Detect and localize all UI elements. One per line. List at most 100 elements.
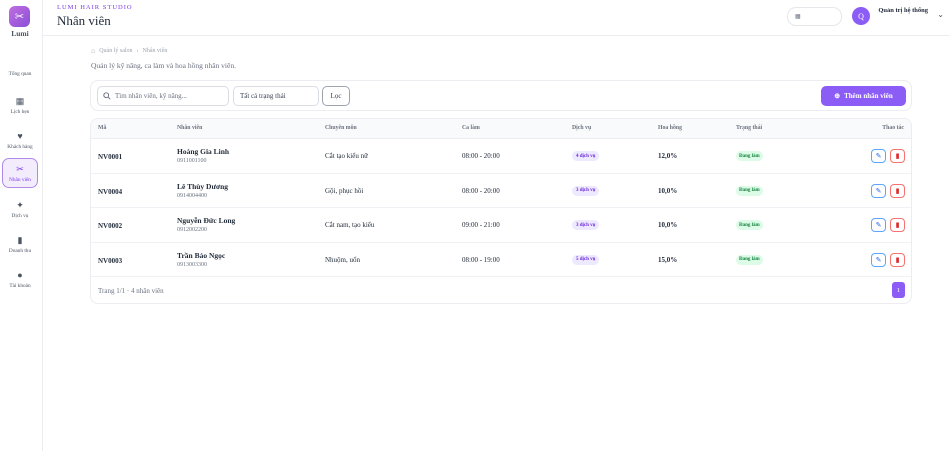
breadcrumb-current: Nhân viên [142,48,168,54]
avatar[interactable]: Q [852,7,870,25]
brand-name: LUMI HAIR STUDIO [57,4,133,11]
date-picker[interactable]: ▦ [787,7,842,26]
table-header: Mã Nhân viên Chuyên môn Ca làm Dịch vụ H… [91,119,911,139]
sidebar-item-label: Khách hàng [7,143,33,150]
scissors-logo-icon: ✂ [9,6,30,27]
delete-button[interactable]: ▮ [890,252,905,267]
cell-shift: 08:00 - 20:00 [462,186,500,195]
cell-commission: 12,0% [658,152,678,160]
services-badge: 3 dịch vụ [572,220,600,230]
sidebar-item-customers[interactable]: ♥ Khách hàng [2,125,38,155]
cell-phone: 0914004400 [177,192,207,199]
sidebar-item-staff[interactable]: ✂ Nhân viên [2,158,38,188]
table-row[interactable]: NV0003 Trần Bảo Ngọc 0913003300 Nhuộm, u… [91,243,911,277]
status-badge: Đang làm [736,254,763,265]
sidebar-item-label: Nhân viên [9,176,31,183]
cell-commission: 10,0% [658,186,678,195]
top-header: LUMI HAIR STUDIO Nhân viên ▦ Q Quản trị … [43,0,950,36]
table-row[interactable]: NV0001 Hoàng Gia Linh 0911001100 Cắt tạo… [91,139,911,174]
heart-icon: ♥ [17,130,23,141]
cell-code: NV0004 [98,187,123,196]
sidebar: ✂ Lumi Tổng quan ▦ Lịch hẹn ♥ Khách hàng… [0,0,43,451]
services-badge: 5 dịch vụ [572,254,600,265]
calendar-icon: ▦ [795,14,801,20]
cell-code: NV0002 [98,222,123,230]
table-row[interactable]: NV0004 Lê Thùy Dương 0914004400 Gội, phụ… [91,174,911,208]
search-input[interactable] [115,92,225,100]
cell-name: Lê Thùy Dương [177,181,229,191]
pencil-icon: ✎ [875,152,882,160]
sidebar-item-account[interactable]: ● Tài khoản [2,264,38,294]
cell-name: Trần Bảo Ngọc [177,250,226,260]
services-badge: 3 dịch vụ [572,185,600,196]
scissors-icon: ✂ [16,163,24,174]
cell-specialty: Nhuộm, uốn [325,255,360,264]
delete-button[interactable]: ▮ [890,218,905,232]
delete-button[interactable]: ▮ [890,149,905,163]
header-services: Dịch vụ [572,125,592,131]
header-code: Mã [98,125,107,131]
table-row[interactable]: NV0002 Nguyễn Đức Long 0912002200 Cắt na… [91,208,911,243]
home-icon: ⌂ [91,47,96,55]
header-specialty: Chuyên môn [325,125,357,131]
header-commission: Hoa hồng [658,125,682,131]
logo-text: Lumi [11,29,29,38]
calendar-icon: ▦ [15,95,25,106]
edit-button[interactable]: ✎ [871,183,886,198]
user-gear-icon: ● [17,269,23,280]
trash-icon: ▮ [895,186,900,195]
cell-code: NV0001 [98,153,123,161]
cell-commission: 15,0% [658,255,678,264]
pagination-info: Trang 1/1 · 4 nhân viên [98,287,164,295]
page-title: Nhân viên [57,13,111,28]
page-button[interactable]: 1 [892,282,905,298]
trash-icon: ▮ [895,255,900,264]
staff-table: Mã Nhân viên Chuyên môn Ca làm Dịch vụ H… [90,118,912,304]
status-select[interactable]: Tất cả trạng thái [233,86,319,106]
header-name: Nhân viên [177,125,203,131]
cell-phone: 0911001100 [177,158,207,164]
pencil-icon: ✎ [875,186,882,195]
edit-button[interactable]: ✎ [871,218,886,232]
sidebar-item-services[interactable]: ✦ Dịch vụ [2,194,38,224]
user-plus-icon: ⊕ [834,92,841,100]
page-subtitle: Quản lý kỹ năng, ca làm và hoa hồng nhân… [91,61,236,70]
trash-icon: ▮ [895,221,900,229]
cell-commission: 10,0% [658,221,678,229]
pencil-icon: ✎ [875,221,882,229]
cell-phone: 0912002200 [177,227,207,233]
sidebar-item-label: Doanh thu [8,247,32,254]
add-staff-button[interactable]: ⊕ Thêm nhân viên [821,86,906,106]
status-badge: Đang làm [736,220,763,230]
search-icon [103,92,111,100]
cell-name: Hoàng Gia Linh [177,147,230,156]
sidebar-item-appointments[interactable]: ▦ Lịch hẹn [2,90,38,120]
cell-specialty: Gội, phục hồi [325,186,364,195]
pencil-icon: ✎ [875,255,882,264]
bar-chart-icon: ▮ [17,234,23,245]
user-name[interactable]: Quản trị hệ thống [878,7,928,14]
chevron-down-icon[interactable]: ⌄ [937,10,944,19]
header-shift: Ca làm [462,125,480,131]
cell-shift: 08:00 - 19:00 [462,255,500,264]
sidebar-item-label: Dịch vụ [11,212,29,219]
sidebar-item-label: Lịch hẹn [10,108,30,115]
cell-shift: 09:00 - 21:00 [462,221,500,229]
cell-shift: 08:00 - 20:00 [462,152,500,160]
breadcrumb-root[interactable]: Quản lý salon [99,48,132,54]
magic-wand-icon: ✦ [16,199,24,210]
services-badge: 4 dịch vụ [572,151,600,161]
search-box[interactable] [97,86,229,106]
sidebar-item-revenue[interactable]: ▮ Doanh thu [2,229,38,259]
sidebar-item-overview[interactable]: Tổng quan [2,52,38,82]
cell-specialty: Cắt nam, tạo kiểu [325,221,375,229]
cell-code: NV0003 [98,256,123,265]
cell-name: Nguyễn Đức Long [177,216,236,225]
chevron-right-icon: › [136,48,139,54]
sidebar-item-label: Tài khoản [9,282,31,289]
delete-button[interactable]: ▮ [890,183,905,198]
edit-button[interactable]: ✎ [871,149,886,163]
header-actions: Thao tác [882,125,904,131]
filter-button[interactable]: Lọc [322,86,350,106]
edit-button[interactable]: ✎ [871,252,886,267]
